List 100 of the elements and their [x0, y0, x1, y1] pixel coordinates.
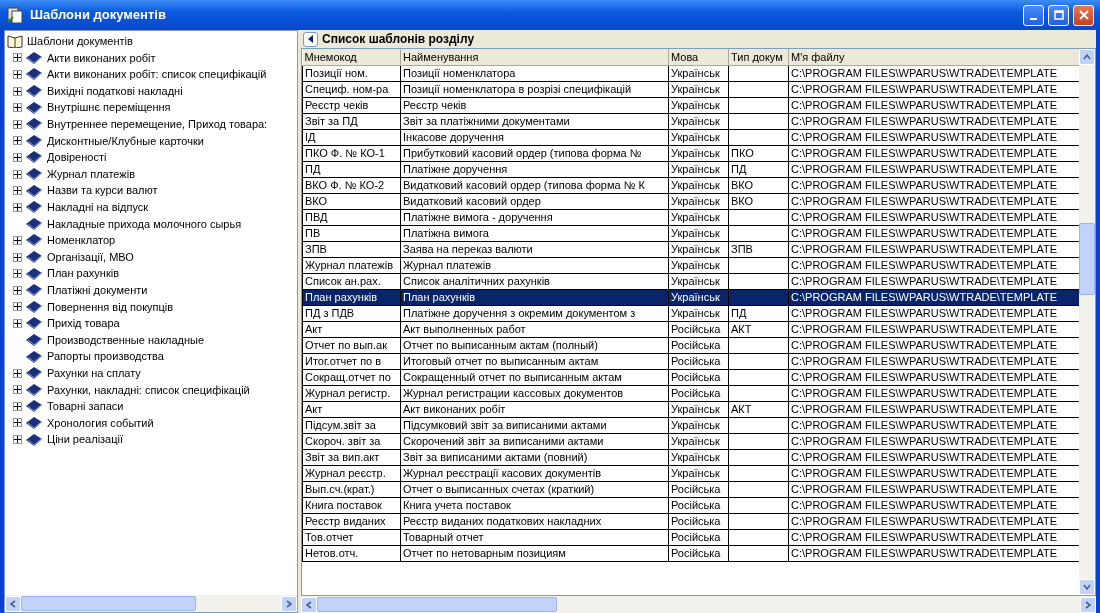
table-row[interactable]: Книга поставок Книга учета поставок Російська C:\PROGRAM FILES\WPARUS\WTRADE\TEMPLATE	[302, 497, 1079, 513]
expand-button[interactable]	[13, 302, 22, 312]
tree-item[interactable]: Номенклатор	[46, 232, 117, 249]
table-row[interactable]: Сокращ.отчет по Сокращенный отчет по выписанным актам Російська C:\PROGRAM FILES\WPARUS\WTRADE\TEMPLATE	[302, 369, 1079, 385]
table-cell: ПД	[302, 161, 401, 177]
expand-button[interactable]	[13, 152, 22, 162]
tree-item[interactable]: Рахунки на сплату	[46, 364, 142, 382]
expand-button[interactable]	[13, 401, 22, 411]
table-row[interactable]: Скороч. звіт за Скорочений звіт за виписаними актами Українськ C:\PROGRAM FILES\WPARUS\WTRADE\TEMPLATE	[302, 433, 1079, 449]
scrollbar-thumb[interactable]	[1079, 223, 1095, 295]
expand-button[interactable]	[13, 103, 22, 113]
scroll-right-button[interactable]	[1080, 596, 1096, 613]
scroll-right-button[interactable]	[281, 595, 297, 612]
tree-item[interactable]: План рахунків	[46, 265, 120, 282]
table-row[interactable]: Журнал платежів Журнал платежів Українськ C:\PROGRAM FILES\WPARUS\WTRADE\TEMPLATE	[302, 257, 1079, 273]
column-header[interactable]: Мова	[668, 49, 729, 65]
tree-item[interactable]: Акти виконаних робіт: список специфікацій	[46, 66, 268, 83]
table-cell: Українськ	[668, 65, 729, 81]
expand-button[interactable]	[13, 235, 22, 245]
tree-item[interactable]: Ціни реалізації	[46, 431, 125, 448]
table-cell: Журнал платежів	[400, 257, 669, 273]
table-row[interactable]: Специф. ном-ра Позиції номенклатора в розрізі специфікацій Українськ C:\PROGRAM FILES\WPARUS\WTRADE\TEMPLATE	[302, 81, 1079, 97]
table-row[interactable]: ІД Інкасове доручення Українськ C:\PROGRAM FILES\WPARUS\WTRADE\TEMPLATE	[302, 129, 1079, 145]
table-row[interactable]: Звіт за ПД Звіт за платіжними документами Українськ C:\PROGRAM FILES\WPARUS\WTRADE\TEMPLATE	[302, 113, 1079, 129]
expand-button[interactable]	[13, 385, 22, 395]
tree-item[interactable]: Внутрішнє переміщення	[46, 99, 172, 116]
tree-item[interactable]: Платіжні документи	[46, 281, 149, 299]
expand-button[interactable]	[13, 435, 22, 445]
tree-item[interactable]: Назви та курси валют	[46, 182, 159, 199]
table-row[interactable]: Отчет по вып.ак Отчет по выписанным актам (полный) Російська C:\PROGRAM FILES\WPARUS\WTRADE\TEMPLATE	[302, 337, 1079, 353]
expand-button[interactable]	[13, 285, 22, 295]
table-row[interactable]: План рахунків План рахунків Українськ C:\PROGRAM FILES\WPARUS\WTRADE\TEMPLATE	[302, 289, 1079, 305]
table-row[interactable]: Підсум.звіт за Підсумковий звіт за виписаними актами Українськ C:\PROGRAM FILES\WPARUS\WTRADE\TEMPLATE	[302, 417, 1079, 433]
tree-item[interactable]: Акти виконаних робіт	[46, 49, 157, 67]
scroll-down-button[interactable]	[1079, 579, 1095, 595]
expand-button[interactable]	[13, 269, 22, 279]
column-header[interactable]: Мнемокод	[302, 49, 401, 65]
expand-button[interactable]	[13, 418, 22, 428]
table-row[interactable]: Акт Акт виконаних робіт Українськ АКТ C:\PROGRAM FILES\WPARUS\WTRADE\TEMPLATE	[302, 401, 1079, 417]
tree-item[interactable]: Накладні на відпуск	[46, 199, 150, 216]
collapse-button[interactable]	[303, 31, 318, 47]
scrollbar-thumb[interactable]	[21, 596, 196, 611]
table-row[interactable]: ПД з ПДВ Платіжне доручення з окремим документом з Українськ ПД C:\PROGRAM FILES\WPARUS\WTRADE\TEMPLATE	[302, 305, 1079, 321]
scrollbar-thumb[interactable]	[317, 597, 557, 612]
column-header[interactable]: М'я файлу	[788, 49, 1079, 65]
tree-item[interactable]: Хронология событий	[46, 414, 155, 432]
close-button[interactable]	[1073, 4, 1094, 26]
tree-item[interactable]: Шаблони документів	[26, 33, 134, 50]
expand-button[interactable]	[13, 136, 22, 146]
tree-item[interactable]: Рахунки, накладні: список специфікацій	[46, 381, 251, 398]
table-row[interactable]: ПКО Ф. № КО-1 Прибутковий касовий ордер (типова форма № Українськ ПКО C:\PROGRAM FILES\WPARUS\WTRADE\TEMPLATE	[302, 145, 1079, 161]
column-header[interactable]: Найменування	[400, 49, 669, 65]
table-row[interactable]: ПВ Платіжна вимога Українськ C:\PROGRAM FILES\WPARUS\WTRADE\TEMPLATE	[302, 225, 1079, 241]
table-row[interactable]: Журнал реєстр. Журнал реєстрації касових документів Українськ C:\PROGRAM FILES\WPARUS\WTRADE\TEMPLATE	[302, 465, 1079, 481]
tree-item[interactable]: Внутреннее перемещение, Приход товара:	[46, 116, 269, 133]
table-row[interactable]: ПВД Платіжне вимога - доручення Українськ C:\PROGRAM FILES\WPARUS\WTRADE\TEMPLATE	[302, 209, 1079, 225]
tree-item[interactable]: Производственные накладные	[46, 331, 206, 349]
expand-button[interactable]	[13, 202, 22, 212]
scroll-left-button[interactable]	[5, 595, 21, 612]
expand-button[interactable]	[13, 186, 22, 196]
scroll-up-button[interactable]	[1079, 49, 1095, 65]
tree-item[interactable]: Довіреності	[46, 149, 108, 166]
tree-item[interactable]: Прихід товара	[46, 315, 121, 332]
column-header[interactable]: Тип докум	[728, 49, 789, 65]
table-row[interactable]: Тов.отчет Товарный отчет Російська C:\PROGRAM FILES\WPARUS\WTRADE\TEMPLATE	[302, 529, 1079, 545]
table-row[interactable]: Акт Акт выполненных работ Російська АКТ C:\PROGRAM FILES\WPARUS\WTRADE\TEMPLATE	[302, 321, 1079, 337]
table-cell: Акт	[302, 321, 401, 337]
table-row[interactable]: Итог.отчет по в Итоговый отчет по выписанным актам Російська C:\PROGRAM FILES\WPARUS\WTRADE\TEMPLATE	[302, 353, 1079, 369]
expand-button[interactable]	[13, 70, 22, 79]
tree-item[interactable]: Дисконтные/Клубные карточки	[46, 132, 205, 150]
tree-item[interactable]: Журнал платежів	[46, 165, 136, 183]
table-row[interactable]: Вып.сч.(крат.) Отчет о выписанных счетах (краткий) Російська C:\PROGRAM FILES\WPARUS\WTRADE\TEMPLATE	[302, 481, 1079, 497]
expand-button[interactable]	[13, 368, 22, 378]
expand-button[interactable]	[13, 119, 22, 129]
table-row[interactable]: Звіт за вип.акт Звіт за виписаними актами (повний) Українськ C:\PROGRAM FILES\WPARUS\WTRADE\TEMPLATE	[302, 449, 1079, 465]
table-row[interactable]: Позиції ном. Позиції номенклатора Українськ C:\PROGRAM FILES\WPARUS\WTRADE\TEMPLATE	[302, 65, 1079, 81]
table-row[interactable]: Список ан.рах. Список аналітичних рахунків Українськ C:\PROGRAM FILES\WPARUS\WTRADE\TEMPLATE	[302, 273, 1079, 289]
table-row[interactable]: Реєстр виданих Реєстр виданих податкових накладних Російська C:\PROGRAM FILES\WPARUS\WTRADE\TEMPLATE	[302, 513, 1079, 529]
table-row[interactable]: ВКО Видатковий касовий ордер Українськ ВКО C:\PROGRAM FILES\WPARUS\WTRADE\TEMPLATE	[302, 193, 1079, 209]
table-row[interactable]: ПД Платіжне доручення Українськ ПД C:\PROGRAM FILES\WPARUS\WTRADE\TEMPLATE	[302, 161, 1079, 177]
table-row[interactable]: Журнал регистр. Журнал регистрации кассовых документов Російська C:\PROGRAM FILES\WPARUS\WTRADE\TEMPLATE	[302, 385, 1079, 401]
tree-item[interactable]: Товарні запаси	[46, 398, 125, 415]
tree-item[interactable]: Накладные прихода молочного сырья	[46, 215, 243, 233]
tree-item[interactable]: Рапорты производства	[46, 348, 165, 365]
table-row[interactable]: ЗПВ Заява на переказ валюти Українськ ЗПВ C:\PROGRAM FILES\WPARUS\WTRADE\TEMPLATE	[302, 241, 1079, 257]
tree-item[interactable]: Організації, МВО	[46, 248, 135, 266]
minimize-button[interactable]	[1023, 4, 1044, 26]
expand-button[interactable]	[13, 86, 22, 96]
expand-button[interactable]	[13, 318, 22, 328]
table-row[interactable]: Реєстр чеків Реєстр чеків Українськ C:\PROGRAM FILES\WPARUS\WTRADE\TEMPLATE	[302, 97, 1079, 113]
tree-item[interactable]: Вихідні податкові накладні	[46, 82, 184, 100]
expand-button[interactable]	[13, 169, 22, 179]
expand-button[interactable]	[13, 252, 22, 262]
tree-item[interactable]: Повернення від покупців	[46, 298, 175, 316]
scroll-left-button[interactable]	[301, 596, 317, 613]
table-row[interactable]: ВКО Ф. № КО-2 Видатковий касовий ордер (типова форма № К Українськ ВКО C:\PROGRAM FILES\WPARUS\WTRADE\TEMPLATE	[302, 177, 1079, 193]
maximize-button[interactable]	[1048, 4, 1069, 26]
expand-button[interactable]	[13, 53, 22, 63]
table-cell	[728, 257, 789, 273]
table-row[interactable]: Нетов.отч. Отчет по нетоварным позициям Російська C:\PROGRAM FILES\WPARUS\WTRADE\TEMPLATE	[302, 545, 1079, 561]
